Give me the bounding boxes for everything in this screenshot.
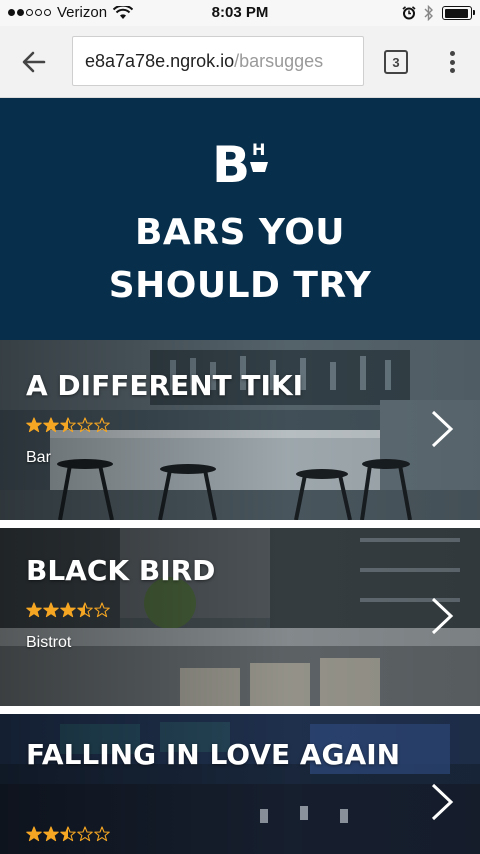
address-bar[interactable]: e8a7a78e.ngrok.io/barsugges	[72, 36, 364, 86]
chevron-right-icon[interactable]	[428, 597, 456, 635]
bar-name: A DIFFERENT TIKI	[26, 369, 304, 402]
star-rating	[26, 602, 110, 618]
star-full-icon	[26, 826, 42, 842]
tab-switcher-button[interactable]: 3	[384, 50, 408, 74]
bar-card[interactable]: BLACK BIRD Bistrot	[0, 528, 480, 706]
star-full-icon	[26, 602, 42, 618]
bar-card[interactable]: A DIFFERENT TIKI Bar	[0, 340, 480, 520]
star-full-icon	[60, 602, 76, 618]
star-rating	[26, 417, 110, 433]
star-empty-icon	[77, 417, 93, 433]
star-full-icon	[43, 602, 59, 618]
star-half-icon	[60, 826, 76, 842]
page-title: BARS YOU SHOULD TRY	[108, 212, 372, 306]
logo-small-letter: H	[252, 140, 265, 159]
star-rating	[26, 826, 110, 842]
page-header: B H BARS YOU SHOULD TRY	[0, 98, 480, 340]
card-divider	[0, 706, 480, 714]
star-half-icon	[60, 417, 76, 433]
bar-type: Bar	[26, 449, 51, 466]
bluetooth-icon	[424, 5, 433, 21]
star-empty-icon	[94, 826, 110, 842]
star-full-icon	[43, 826, 59, 842]
bar-hub-logo: B H	[212, 138, 268, 184]
back-arrow-icon[interactable]	[18, 46, 50, 78]
card-divider	[0, 520, 480, 528]
logo-letter: B	[212, 138, 250, 184]
bar-type: Bistrot	[26, 634, 72, 651]
browser-toolbar: e8a7a78e.ngrok.io/barsugges 3	[0, 26, 480, 98]
overflow-menu-icon[interactable]	[442, 48, 462, 76]
alarm-icon	[402, 6, 416, 20]
bar-name: BLACK BIRD	[26, 554, 216, 587]
status-bar: Verizon 8:03 PM	[0, 0, 480, 26]
battery-level	[444, 8, 469, 18]
bar-name: FALLING IN LOVE AGAIN	[26, 738, 401, 771]
star-half-icon	[77, 602, 93, 618]
star-empty-icon	[94, 602, 110, 618]
star-empty-icon	[94, 417, 110, 433]
battery-icon	[442, 6, 475, 20]
url-host: e8a7a78e.ngrok.io	[85, 50, 235, 71]
bar-card[interactable]: FALLING IN LOVE AGAIN	[0, 714, 480, 854]
star-full-icon	[43, 417, 59, 433]
url-path: /barsugges	[234, 50, 324, 71]
star-empty-icon	[77, 826, 93, 842]
star-full-icon	[26, 417, 42, 433]
chevron-right-icon[interactable]	[428, 410, 456, 448]
chevron-right-icon[interactable]	[428, 783, 456, 821]
status-right	[402, 5, 475, 21]
